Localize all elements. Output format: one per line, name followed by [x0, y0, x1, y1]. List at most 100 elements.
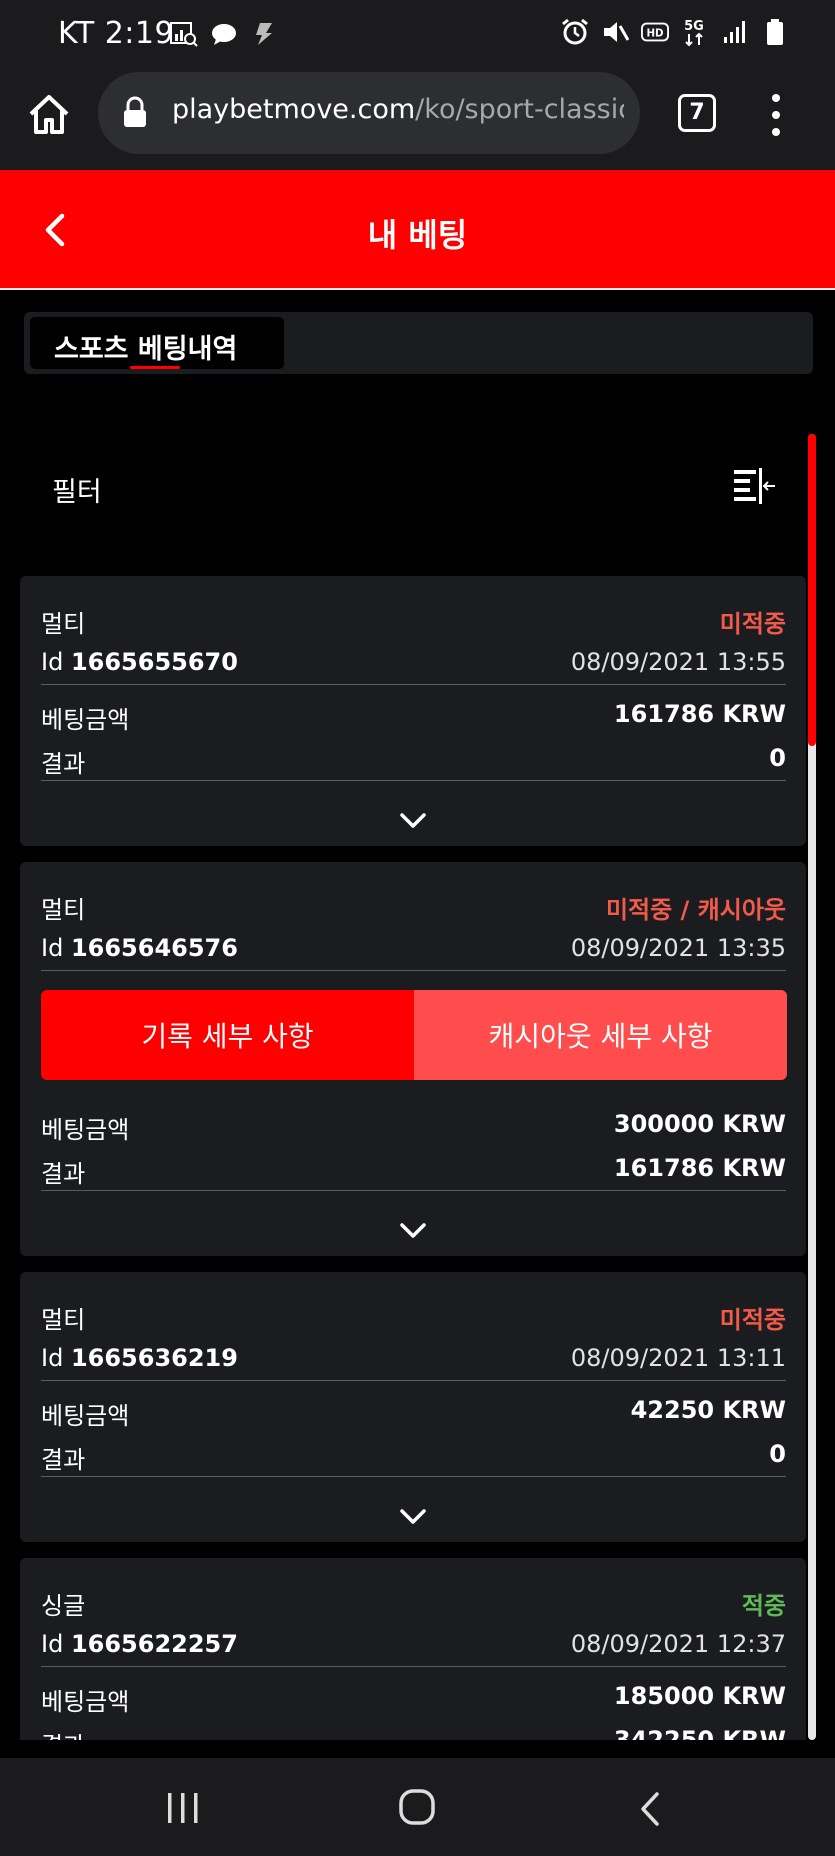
bet-card: 싱글 적중 Id 1665622257 08/09/2021 12:37 베팅금…: [20, 1558, 806, 1740]
bet-id: 1665646576: [70, 934, 238, 962]
cashout-details-button[interactable]: 캐시아웃 세부 사항: [414, 990, 787, 1080]
bet-datetime: 08/09/2021 12:37: [570, 1630, 786, 1658]
bet-amount: 161786 KRW: [613, 700, 786, 728]
more-menu-icon[interactable]: [766, 94, 786, 136]
divider: [41, 970, 786, 971]
recent-apps-icon[interactable]: [165, 1792, 201, 1824]
bet-header-row: 멀티 미적중 / 캐시아웃: [41, 888, 786, 924]
alarm-icon: [561, 18, 589, 46]
divider: [41, 1666, 786, 1667]
filter-row: 필터: [20, 440, 796, 530]
bet-type: 멀티: [41, 1306, 86, 1334]
analytics-icon: [170, 20, 198, 48]
bet-card: 멀티 미적중 Id 1665636219 08/09/2021 13:11 베팅…: [20, 1272, 806, 1542]
tab-sports-bet-history[interactable]: 스포츠 베팅내역: [30, 317, 284, 369]
bet-amount: 42250 KRW: [630, 1396, 786, 1424]
id-prefix: Id: [41, 1630, 64, 1658]
result-label: 결과: [41, 1446, 86, 1474]
notification-icons: [170, 20, 278, 48]
url-path: /ko/sport-classic#/ac: [415, 94, 624, 125]
bet-header-row: 싱글 적중: [41, 1584, 786, 1620]
bet-header-row: 멀티 미적중: [41, 1298, 786, 1334]
page-title: 내 베팅: [367, 216, 468, 254]
mute-icon: [601, 18, 629, 46]
carrier-time: KT 2:19: [58, 16, 174, 51]
tab-strip: 스포츠 베팅내역: [24, 312, 813, 374]
filter-collapse-icon[interactable]: [734, 468, 776, 504]
result-label: 결과: [41, 1726, 85, 1740]
bet-datetime: 08/09/2021 13:35: [570, 934, 786, 962]
bet-amount-row: 베팅금액 42250 KRW: [41, 1394, 786, 1430]
bet-amount-label: 베팅금액: [41, 1116, 130, 1144]
chevron-down-icon[interactable]: [399, 812, 427, 830]
status-bar: KT 2:19 HD 5G: [0, 0, 835, 72]
url-text: playbetmove.com/ko/sport-classic#/ac: [172, 94, 624, 125]
url-domain: playbetmove.com: [172, 94, 416, 125]
app-header: 내 베팅: [0, 170, 835, 290]
bet-status: 적중: [741, 1592, 786, 1620]
result-row: 결과 0: [41, 742, 786, 778]
result-row: 결과 0: [41, 1438, 786, 1474]
result-value: 161786 KRW: [613, 1154, 786, 1182]
home-button-icon[interactable]: [398, 1788, 436, 1826]
system-icons: HD 5G: [561, 18, 789, 47]
result-value: 0: [769, 744, 786, 772]
back-button-icon[interactable]: [638, 1790, 662, 1828]
active-tab-indicator: [130, 366, 180, 369]
scrollbar-thumb[interactable]: [808, 434, 816, 746]
divider: [41, 780, 786, 781]
bet-status: 미적중 / 캐시아웃: [605, 896, 786, 924]
id-prefix: Id: [41, 934, 64, 962]
signal-icon: [721, 18, 749, 46]
system-nav-bar: [0, 1758, 835, 1856]
result-label: 결과: [41, 750, 86, 778]
bet-datetime: 08/09/2021 13:11: [570, 1344, 786, 1372]
bet-amount-row: 베팅금액 300000 KRW: [41, 1108, 786, 1144]
result-value: 342250 KRW: [613, 1726, 786, 1740]
divider: [41, 1190, 786, 1191]
bet-id: 1665655670: [70, 648, 238, 676]
id-prefix: Id: [41, 1344, 64, 1372]
bet-id: 1665636219: [70, 1344, 238, 1372]
hd-voice-icon: HD: [641, 18, 669, 46]
result-row: 결과 342250 KRW: [41, 1724, 786, 1740]
divider: [41, 684, 786, 685]
bet-status: 미적중: [719, 1306, 786, 1334]
chevron-down-icon[interactable]: [399, 1508, 427, 1526]
bet-amount: 185000 KRW: [613, 1682, 786, 1710]
lock-icon: [122, 96, 148, 128]
bet-id: 1665622257: [70, 1630, 238, 1658]
app-notification-icon: [250, 20, 278, 48]
address-bar[interactable]: playbetmove.com/ko/sport-classic#/ac: [98, 72, 640, 154]
bet-amount-row: 베팅금액 161786 KRW: [41, 698, 786, 734]
bet-id-row: Id 1665622257 08/09/2021 12:37: [41, 1628, 786, 1664]
result-value: 0: [769, 1440, 786, 1468]
home-icon[interactable]: [26, 92, 72, 138]
bet-card: 멀티 미적중 / 캐시아웃 Id 1665646576 08/09/2021 1…: [20, 862, 806, 1256]
bet-header-row: 멀티 미적중: [41, 602, 786, 638]
tab-label: 스포츠 베팅내역: [54, 334, 238, 365]
carrier: KT: [58, 16, 95, 51]
tab-switcher-button[interactable]: 7: [678, 94, 716, 132]
battery-icon: [761, 18, 789, 46]
divider: [41, 1380, 786, 1381]
5g-icon: 5G: [681, 18, 709, 47]
detail-buttons: 기록 세부 사항 캐시아웃 세부 사항: [41, 990, 787, 1080]
chat-bubble-icon: [210, 20, 238, 48]
bet-id-row: Id 1665655670 08/09/2021 13:55: [41, 646, 786, 682]
browser-toolbar: playbetmove.com/ko/sport-classic#/ac 7: [0, 72, 835, 170]
svg-text:5G: 5G: [684, 19, 704, 34]
bet-card: 멀티 미적중 Id 1665655670 08/09/2021 13:55 베팅…: [20, 576, 806, 846]
result-row: 결과 161786 KRW: [41, 1152, 786, 1188]
bet-amount-label: 베팅금액: [41, 1688, 130, 1716]
bet-id-row: Id 1665646576 08/09/2021 13:35: [41, 932, 786, 968]
bet-amount-row: 베팅금액 185000 KRW: [41, 1680, 786, 1716]
filter-label: 필터: [52, 477, 102, 508]
history-details-button[interactable]: 기록 세부 사항: [41, 990, 414, 1080]
result-label: 결과: [41, 1160, 86, 1188]
bet-id-row: Id 1665636219 08/09/2021 13:11: [41, 1342, 786, 1378]
chevron-down-icon[interactable]: [399, 1222, 427, 1240]
bet-type: 싱글: [41, 1592, 86, 1620]
bet-type: 멀티: [41, 896, 86, 924]
divider: [41, 1476, 786, 1477]
